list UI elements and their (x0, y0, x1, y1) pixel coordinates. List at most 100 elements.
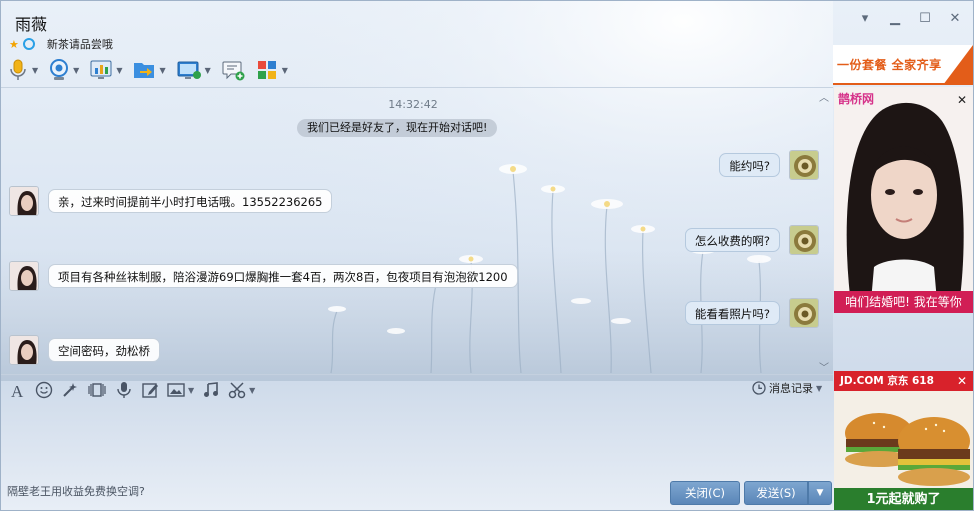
screen-share-button[interactable]: ▼ (89, 56, 122, 84)
ad-food-promo: 1元起就购了 (834, 488, 973, 510)
close-icon[interactable]: ✕ (955, 93, 969, 107)
svg-text:A: A (11, 382, 24, 399)
ad-portrait[interactable]: 鹊桥网 ✕ 咱们结婚吧! 我在等你 (834, 87, 973, 313)
window-controls: ▾ ▁ ☐ ✕ (853, 9, 967, 27)
screen-share-icon (90, 60, 112, 79)
message-input[interactable] (1, 403, 833, 477)
ad-portrait-brand: 鹊桥网 (838, 92, 875, 106)
status-row: ★ 新茶请品尝哦 (9, 36, 113, 52)
ad-panel: 一份套餐 全家齐享 ︿ 鹊桥网 ✕ 咱们结婚吧! 我在等你 ﹀ JD.COM 京… (819, 45, 973, 510)
ad-food[interactable]: JD.COM 京东 618 ✕ 1元起就购了 (834, 371, 973, 510)
font-icon: A (11, 382, 24, 399)
message-bubble[interactable]: 能约吗? (719, 153, 780, 177)
message-row: 能约吗? (719, 150, 819, 180)
voice-message-button[interactable] (115, 379, 133, 401)
message-bubble[interactable]: 亲，过来时间提前半小时打电话哦。13552236265 (48, 189, 333, 213)
remote-desktop-icon (177, 61, 201, 79)
clock-icon (752, 381, 766, 395)
picture-icon (167, 383, 185, 397)
title-bar: 雨薇 ★ 新茶请品尝哦 ▾ ▁ ☐ ✕ ▼ ▼ ▼ ▼ ▼ ▼ (1, 1, 973, 89)
emoji-icon (35, 381, 53, 399)
chevron-down-icon[interactable]: ▾ (853, 9, 877, 27)
message-bubble[interactable]: 空间密码，劲松桥 (48, 338, 160, 362)
my-avatar-image (790, 299, 818, 327)
message-row: 能看看照片吗? (684, 298, 819, 328)
video-call-button[interactable]: ▼ (48, 56, 79, 84)
chat-window: 雨薇 ★ 新茶请品尝哦 ▾ ▁ ☐ ✕ ▼ ▼ ▼ ▼ ▼ ▼ 14:32:42… (0, 0, 974, 511)
font-button[interactable]: A (9, 379, 27, 401)
voice-call-button[interactable]: ▼ (7, 56, 38, 84)
message-row: 项目有各种丝袜制服，陪浴漫游69口爆胸推一套4百，两次8百，包夜项目有泡泡欲12… (9, 261, 518, 291)
chevron-up-icon[interactable]: ︿ (819, 89, 829, 104)
ad-food-header: JD.COM 京东 618 (834, 371, 973, 391)
chevron-down-icon[interactable]: ▼ (73, 66, 79, 75)
ad-banner-text: 一份套餐 全家齐享 (837, 57, 942, 72)
chevron-down-icon[interactable]: ▼ (816, 384, 822, 393)
webcam-icon (50, 59, 69, 80)
contact-avatar-image (10, 336, 38, 364)
online-status-icon[interactable] (22, 38, 35, 50)
input-toolbar: A ▼ ▼ (9, 379, 255, 401)
avatar[interactable] (9, 335, 39, 365)
shake-button[interactable] (87, 379, 107, 401)
music-button[interactable] (202, 379, 220, 401)
magic-icon (63, 383, 77, 397)
add-message-button[interactable] (221, 56, 245, 84)
maximize-icon[interactable]: ☐ (913, 9, 937, 27)
shake-icon (88, 383, 106, 397)
remote-desktop-button[interactable]: ▼ (176, 56, 211, 84)
music-icon (204, 382, 219, 397)
file-transfer-icon (134, 63, 155, 78)
avatar[interactable] (9, 186, 39, 216)
chevron-down-icon[interactable]: ▼ (205, 66, 211, 75)
send-button[interactable]: 发送(S) (744, 481, 808, 505)
ad-portrait-caption: 咱们结婚吧! 我在等你 (834, 291, 973, 313)
message-history-button[interactable]: 消息记录 ▼ (752, 380, 822, 396)
chevron-down-icon[interactable]: ▼ (188, 386, 194, 395)
star-icon: ★ (9, 37, 19, 51)
chevron-down-icon[interactable]: ▼ (282, 66, 288, 75)
message-list[interactable]: 14:32:42 我们已经是好友了，现在开始对话吧! 能约吗? 亲，过来时间提前… (1, 89, 833, 373)
ad-portrait-image (834, 87, 973, 313)
promo-tip-link[interactable]: 隔壁老王用收益免费换空调? (7, 483, 145, 499)
message-bubble[interactable]: 项目有各种丝袜制服，陪浴漫游69口爆胸推一套4百，两次8百，包夜项目有泡泡欲12… (48, 264, 518, 288)
edit-button[interactable] (141, 379, 159, 401)
my-avatar-image (790, 226, 818, 254)
chevron-down-icon[interactable]: ﹀ (819, 359, 829, 374)
system-message: 我们已经是好友了，现在开始对话吧! (297, 119, 498, 137)
ad-banner[interactable]: 一份套餐 全家齐享 (833, 45, 973, 85)
magic-expression-button[interactable] (61, 379, 79, 401)
apps-icon (257, 61, 276, 79)
message-row: 亲，过来时间提前半小时打电话哦。13552236265 (9, 186, 333, 216)
minimize-icon[interactable]: ▁ (883, 9, 907, 27)
chevron-down-icon[interactable]: ▼ (159, 66, 165, 75)
voice-message-icon (117, 382, 131, 398)
close-icon[interactable]: ✕ (943, 9, 967, 27)
send-options-button[interactable]: ▼ (808, 481, 832, 505)
chevron-down-icon[interactable]: ▼ (249, 386, 255, 395)
emoji-button[interactable] (35, 379, 53, 401)
add-message-icon (222, 61, 245, 81)
my-avatar-image (790, 151, 818, 179)
close-icon[interactable]: ✕ (955, 374, 969, 388)
ad-banner-corner (943, 45, 973, 85)
avatar[interactable] (9, 261, 39, 291)
close-button[interactable]: 关闭(C) (670, 481, 740, 505)
contact-avatar-image (10, 187, 38, 215)
message-row: 空间密码，劲松桥 (9, 335, 160, 365)
avatar[interactable] (789, 150, 819, 180)
chevron-down-icon[interactable]: ▼ (116, 66, 122, 75)
chevron-down-icon[interactable]: ▼ (32, 66, 38, 75)
apps-button[interactable]: ▼ (255, 56, 288, 84)
contact-name[interactable]: 雨薇 (15, 11, 47, 35)
contact-avatar-image (10, 262, 38, 290)
screenshot-button[interactable]: ▼ (228, 379, 255, 401)
message-bubble[interactable]: 怎么收费的啊? (684, 228, 780, 252)
file-transfer-button[interactable]: ▼ (132, 56, 166, 84)
avatar[interactable] (789, 225, 819, 255)
avatar[interactable] (789, 298, 819, 328)
message-row: 怎么收费的啊? (684, 225, 819, 255)
chevron-down-icon: ▼ (816, 488, 824, 498)
message-bubble[interactable]: 能看看照片吗? (684, 301, 780, 325)
send-picture-button[interactable]: ▼ (167, 379, 194, 401)
